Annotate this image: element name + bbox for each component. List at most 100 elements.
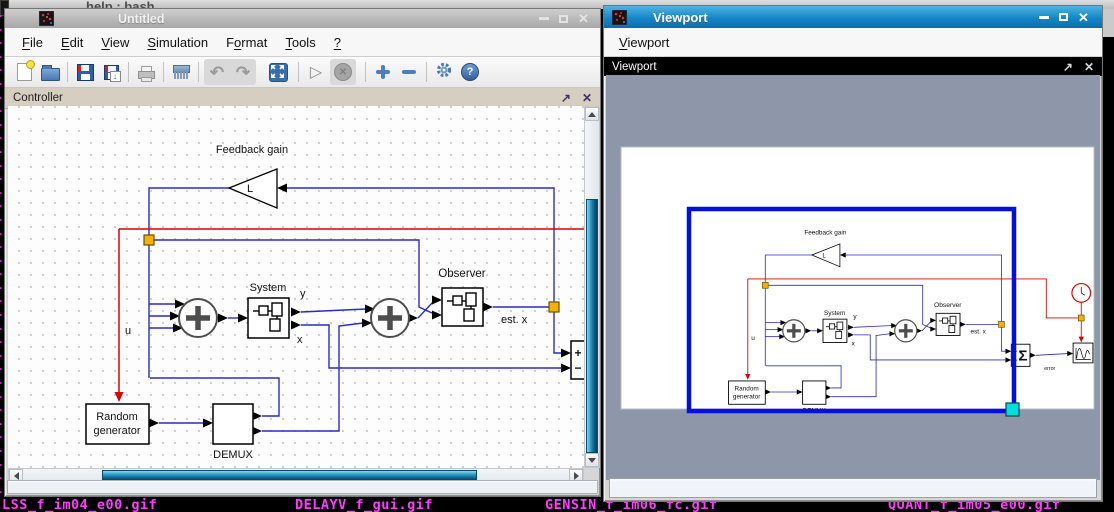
fit-to-view-button[interactable] (265, 59, 291, 85)
menu-tools[interactable]: Tools (276, 35, 324, 50)
signal-wire[interactable] (418, 302, 433, 318)
viewport-statusbar (609, 478, 1097, 498)
signal-wire[interactable] (554, 312, 562, 353)
system-block-icon (272, 303, 282, 316)
link-point[interactable] (998, 321, 1004, 327)
panel-close-icon[interactable]: ✕ (1084, 60, 1094, 74)
wire-arrowhead (561, 364, 571, 373)
wire-arrowhead (432, 296, 442, 305)
demux-block[interactable] (803, 381, 826, 404)
link-point[interactable] (549, 302, 559, 312)
observer-block-icon (950, 316, 956, 324)
sigma-symbol: Σ (1018, 348, 1027, 365)
random-generator-label: generator (733, 393, 761, 400)
viewport-window: Viewport ✕ Viewport Viewport ↗ ✕ LFeedba… (603, 5, 1103, 502)
delete-button[interactable] (168, 59, 194, 85)
scicos-app-icon (612, 10, 627, 25)
observer-block-icon (464, 309, 474, 321)
zoom-in-button[interactable] (370, 59, 396, 85)
wire-arrowhead (277, 184, 287, 193)
menu-view[interactable]: View (92, 35, 138, 50)
toolbar-separator (365, 62, 366, 82)
settings-button[interactable] (431, 59, 457, 85)
save-icon (77, 64, 94, 81)
viewport-content[interactable]: LFeedback gainSystemObserveryxuest. xRan… (606, 75, 1100, 480)
stop-button[interactable]: ✕ (330, 59, 356, 85)
zoom-out-button[interactable] (396, 59, 422, 85)
maximize-button[interactable] (1057, 11, 1070, 24)
desktop: { "terminal": { "title": "help : bash", … (0, 0, 1114, 512)
panel-close-icon[interactable]: ✕ (582, 91, 592, 105)
signal-wire[interactable] (301, 309, 366, 312)
viewport-page[interactable] (621, 147, 1094, 409)
menu-format[interactable]: Format (217, 35, 276, 50)
print-button[interactable] (133, 59, 159, 85)
close-button[interactable]: ✕ (577, 12, 590, 25)
link-point[interactable] (144, 235, 154, 245)
print-icon (138, 66, 154, 80)
random-generator-block[interactable] (86, 404, 149, 444)
random-generator-label: generator (93, 425, 140, 437)
editor-window-title: Untitled (118, 12, 165, 26)
observer-block[interactable] (442, 288, 483, 326)
undock-icon[interactable]: ↗ (561, 91, 571, 105)
save-as-button[interactable]: ↓ (98, 59, 124, 85)
scroll-up-button[interactable] (585, 107, 599, 121)
save-as-icon: ↓ (104, 65, 119, 80)
demux-block[interactable] (213, 404, 253, 444)
block-diagram[interactable]: LFeedback gainSystemObserveryxuest. xRan… (86, 144, 584, 461)
diagram-canvas[interactable]: LFeedback gainSystemObserveryxuest. xRan… (8, 106, 584, 468)
link-point[interactable] (762, 282, 768, 288)
open-button[interactable] (37, 59, 63, 85)
signal-wire[interactable] (262, 323, 363, 431)
menu-help[interactable]: ? (325, 35, 350, 50)
terminal-file-2: DELAYV_f_gui.gif (295, 497, 433, 512)
observer-block[interactable] (936, 313, 960, 335)
vertical-scrollbar[interactable] (584, 106, 600, 468)
toolbar-separator (128, 62, 129, 82)
maximize-button[interactable] (557, 12, 570, 25)
link-point[interactable] (1078, 315, 1084, 321)
save-button[interactable] (72, 59, 98, 85)
close-button[interactable]: ✕ (1077, 11, 1090, 24)
gain-symbol-label: L (247, 183, 253, 195)
editor-menubar: FileEditViewSimulationFormatTools? (5, 28, 600, 57)
shredder-icon (173, 65, 189, 80)
minimize-button[interactable] (1037, 11, 1050, 24)
run-button[interactable]: ▷ (303, 59, 329, 85)
random-generator-block[interactable] (729, 381, 766, 404)
scroll-down-button[interactable] (585, 453, 599, 467)
signal-wire[interactable] (149, 188, 239, 378)
viewport-resize-handle[interactable] (1006, 403, 1019, 416)
editor-titlebar[interactable]: Untitled ✕ (5, 9, 600, 28)
signal-wire[interactable] (287, 188, 554, 303)
undock-icon[interactable]: ↗ (1063, 60, 1073, 74)
menu-edit[interactable]: Edit (52, 35, 92, 50)
viewport-menubar: Viewport (604, 28, 1102, 57)
open-folder-icon (41, 68, 60, 81)
u-label: u (125, 325, 131, 337)
menu-viewport[interactable]: Viewport (610, 35, 678, 50)
minimize-button[interactable] (537, 12, 550, 25)
system-block[interactable] (823, 319, 847, 342)
new-icon (17, 63, 32, 81)
wire-arrowhead (432, 311, 442, 320)
viewport-panel-header[interactable]: Viewport ↗ ✕ (604, 57, 1102, 76)
vertical-scroll-thumb[interactable] (586, 199, 598, 453)
event-wire[interactable] (119, 229, 584, 296)
undo-button[interactable]: ↶ (204, 59, 230, 85)
wire-arrowhead (218, 314, 228, 323)
system-block-icon (837, 322, 843, 330)
menu-simulation[interactable]: Simulation (138, 35, 217, 50)
toolbar-separator (163, 62, 164, 82)
system-block[interactable] (248, 298, 289, 338)
signal-wire[interactable] (301, 325, 562, 368)
help-button[interactable]: ? (457, 59, 483, 85)
new-button[interactable] (11, 59, 37, 85)
viewport-titlebar[interactable]: Viewport ✕ (604, 6, 1102, 28)
menu-file[interactable]: File (13, 35, 52, 50)
viewport-panel-title: Viewport (612, 61, 657, 73)
wire-arrowhead (203, 419, 213, 428)
redo-button[interactable]: ↷ (230, 59, 256, 85)
observer-block-icon (466, 293, 476, 306)
